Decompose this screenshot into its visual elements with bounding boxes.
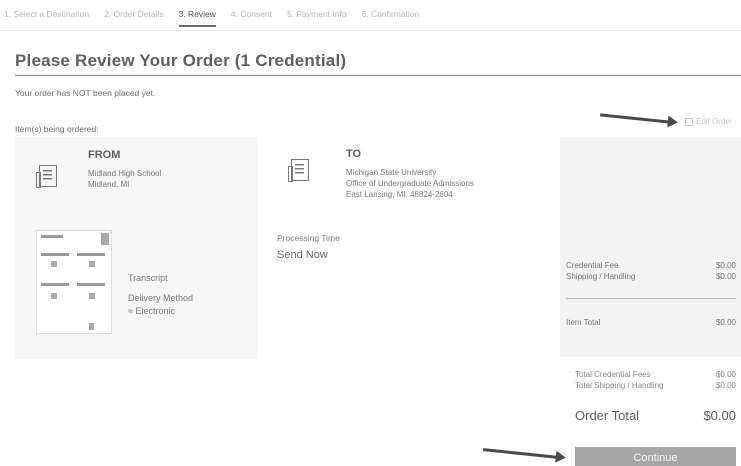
annotation-arrow-edit — [600, 113, 670, 124]
delivery-method-label: Delivery Method — [128, 293, 194, 303]
transcript-thumbnail — [36, 230, 112, 334]
building-icon — [288, 159, 309, 182]
credential-fee-row: Credential Fee $0.00 — [566, 261, 736, 270]
credential-fee-label: Credential Fee — [566, 261, 619, 270]
processing-time-value: Send Now — [277, 249, 328, 261]
continue-button[interactable]: Continue — [575, 447, 736, 466]
credential-fee-value: $0.00 — [715, 261, 736, 270]
shipping-value: $0.00 — [715, 272, 736, 281]
to-line-3: East Lansing, MI, 48824-2604 — [346, 190, 453, 199]
title-divider — [15, 75, 741, 76]
steps-divider — [0, 30, 741, 31]
building-icon — [36, 165, 57, 188]
order-not-placed-notice: Your order has NOT been placed yet. — [15, 88, 156, 98]
total-shipping-label: Total Shipping / Handling — [575, 381, 664, 390]
step-select-destination[interactable]: 1. Select a Destination — [4, 9, 89, 27]
step-payment-info: 5. Payment Info — [287, 9, 347, 19]
item-total-value: $0.00 — [715, 318, 736, 327]
to-heading: TO — [346, 148, 362, 160]
total-shipping-row: Total Shipping / Handling $0.00 — [575, 381, 736, 390]
checkout-steps: 1. Select a Destination 2. Order Details… — [4, 9, 434, 27]
shipping-label: Shipping / Handling — [566, 272, 636, 281]
from-school-location: Midland, MI — [88, 180, 130, 189]
wifi-icon: ≈ — [128, 306, 133, 316]
edit-order-label: Edit Order — [696, 117, 733, 126]
step-consent: 4. Consent — [230, 9, 273, 19]
from-school-name: Midland High School — [88, 169, 162, 178]
shipping-row: Shipping / Handling $0.00 — [566, 272, 736, 281]
delivery-value: Electronic — [135, 306, 175, 316]
page-title: Please Review Your Order (1 Credential) — [15, 51, 347, 70]
total-credential-fees-row: Total Credential Fees $0.00 — [575, 370, 736, 379]
total-shipping-value: $0.00 — [715, 381, 736, 390]
to-line-1: Michigan State University — [346, 168, 437, 177]
delivery-method-value: ≈ Electronic — [128, 306, 175, 316]
total-credential-label: Total Credential Fees — [575, 370, 651, 379]
from-heading: FROM — [88, 149, 121, 161]
order-total-label: Order Total — [575, 408, 640, 423]
items-being-ordered-label: Item(s) being ordered: — [15, 124, 99, 134]
item-total-row: Item Total $0.00 — [566, 318, 736, 327]
step-order-details[interactable]: 2. Order Details — [104, 9, 164, 27]
document-type: Transcript — [128, 273, 168, 283]
processing-time-label: Processing Time — [277, 233, 340, 243]
edit-order-link[interactable]: Edit Order — [685, 117, 732, 126]
order-total-row: Order Total $0.00 — [575, 408, 736, 423]
annotation-arrow-continue — [483, 448, 558, 459]
total-credential-value: $0.00 — [715, 370, 736, 379]
step-review[interactable]: 3. Review — [178, 9, 216, 27]
to-line-2: Office of Undergraduate Admissions — [346, 179, 474, 188]
step-confirmation: 6. Confirmation — [361, 9, 420, 19]
item-total-label: Item Total — [566, 318, 601, 327]
edit-icon — [685, 117, 693, 126]
summary-divider — [566, 298, 736, 299]
order-total-value: $0.00 — [703, 408, 736, 423]
